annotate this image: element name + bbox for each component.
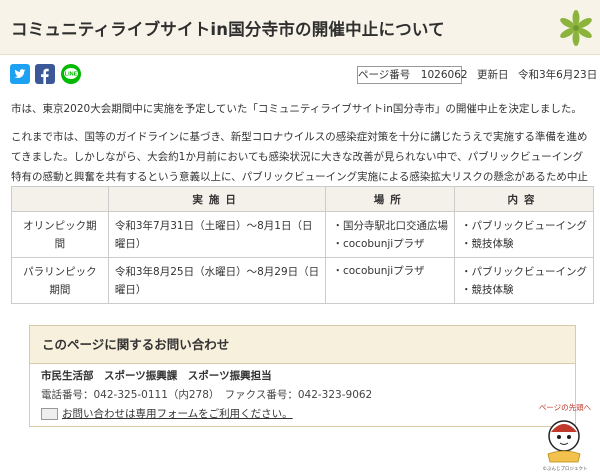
table-cell-period: パラリンピック期間: [11, 257, 109, 304]
leaf-icon: [560, 10, 592, 46]
content-item: ・競技体験: [461, 283, 514, 296]
page-number-label: ページ番号: [358, 69, 411, 81]
content-item: ・パブリックビューイング: [461, 219, 587, 232]
place-item: ・cocobunjiプラザ: [332, 237, 425, 250]
table-cell-dates: 令和3年7月31日（土曜日）～8月1日（日曜日）: [107, 211, 327, 258]
line-share-button[interactable]: LINE: [61, 64, 81, 84]
contact-department: 市民生活部 スポーツ振興課 スポーツ振興担当: [41, 370, 272, 382]
table-header-place: 場所: [325, 186, 455, 212]
line-icon-text: LINE: [65, 72, 78, 78]
back-to-top-text: ページの先頭へ: [539, 402, 592, 412]
twitter-share-button[interactable]: [10, 64, 30, 84]
page-header: コミュニティライブサイトin国分寺市の開催中止について: [0, 0, 600, 55]
table-row: オリンピック期間 令和3年7月31日（土曜日）～8月1日（日曜日） ・国分寺駅北…: [11, 211, 594, 258]
table-header-content: 内容: [454, 186, 594, 212]
facebook-icon: [41, 68, 49, 84]
contact-form-link[interactable]: お問い合わせは専用フォームをご利用ください。: [62, 408, 293, 420]
contact-phone-fax: 電話番号：042-325-0111（内278） ファクス番号：042-323-9…: [41, 389, 373, 401]
mail-icon: [41, 408, 58, 420]
place-item: ・cocobunjiプラザ: [332, 265, 425, 277]
table-header-blank: [11, 186, 109, 212]
schedule-table: 実施日 場所 内容 オリンピック期間 令和3年7月31日（土曜日）～8月1日（日…: [11, 186, 594, 304]
table-header-dates: 実施日: [107, 186, 327, 212]
table-cell-period: オリンピック期間: [11, 211, 109, 258]
table-cell-dates: 令和3年8月25日（水曜日）～8月29日（日曜日）: [107, 257, 327, 304]
table-cell-place: ・国分寺駅北口交通広場 ・cocobunjiプラザ: [325, 211, 455, 258]
page-number-box: ページ番号 1026062: [357, 66, 468, 84]
contact-heading: このページに関するお問い合わせ: [30, 326, 575, 364]
twitter-icon: [14, 69, 26, 78]
page-number-value: 1026062: [420, 69, 468, 81]
place-item: ・国分寺駅北口交通広場: [332, 219, 448, 232]
table-cell-place: ・cocobunjiプラザ: [325, 257, 455, 304]
content-item: ・競技体験: [461, 237, 514, 250]
back-to-top-mascot[interactable]: ページの先頭へ ©ぶんじプロジェクト: [534, 396, 596, 472]
table-cell-content: ・パブリックビューイング ・競技体験: [454, 211, 594, 258]
mascot-credit: ©ぶんじプロジェクト: [543, 465, 588, 472]
table-row: パラリンピック期間 令和3年8月25日（水曜日）～8月29日（日曜日） ・coc…: [11, 257, 594, 304]
contact-form-row: お問い合わせは専用フォームをご利用ください。: [41, 406, 293, 421]
table-header-row: 実施日 場所 内容: [11, 186, 594, 212]
page-title: コミュニティライブサイトin国分寺市の開催中止について: [11, 20, 445, 39]
facebook-share-button[interactable]: [35, 64, 55, 84]
content-item: ・パブリックビューイング: [461, 265, 587, 278]
contact-box: このページに関するお問い合わせ 市民生活部 スポーツ振興課 スポーツ振興担当 電…: [29, 325, 576, 427]
table-cell-content: ・パブリックビューイング ・競技体験: [454, 257, 594, 304]
updated-date: 令和3年6月23日: [518, 69, 598, 81]
updated-label: 更新日: [477, 69, 509, 81]
intro-paragraph: 市は、東京2020大会期間中に実施を予定していた「コミュニティライブサイトin国…: [11, 103, 582, 115]
line-icon: LINE: [64, 68, 78, 79]
